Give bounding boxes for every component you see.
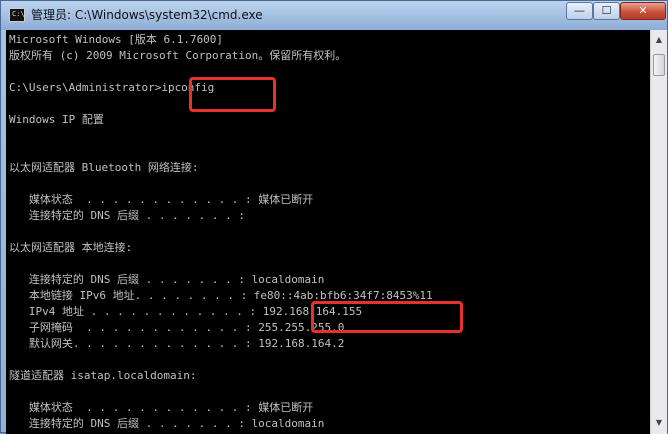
window-title: 管理员: C:\Windows\system32\cmd.exe: [31, 8, 263, 22]
ipconfig-highlight-box: [189, 77, 276, 112]
close-button[interactable]: ✕: [620, 2, 666, 20]
console-line: Microsoft Windows [版本 6.1.7600]: [9, 33, 224, 46]
console-line: 版权所有 (c) 2009 Microsoft Corporation。保留所有…: [9, 49, 347, 62]
cmd-icon-text: C:\: [12, 10, 25, 18]
scroll-up-arrow-icon[interactable]: ▲: [652, 32, 666, 48]
console-line: Windows IP 配置: [9, 113, 104, 126]
console-line: 默认网关. . . . . . . . . . . . . : 192.168.…: [9, 337, 345, 350]
console-line: 以太网适配器 本地连接:: [9, 241, 133, 254]
scroll-down-arrow-icon[interactable]: ▼: [652, 415, 666, 431]
console-line: 以太网适配器 Bluetooth 网络连接:: [9, 161, 199, 174]
console-line: 连接特定的 DNS 后缀 . . . . . . . : localdomain: [9, 273, 325, 286]
console-output[interactable]: Microsoft Windows [版本 6.1.7600] 版权所有 (c)…: [6, 30, 650, 434]
ipv4-highlight-box: [311, 301, 463, 333]
console-line: 连接特定的 DNS 后缀 . . . . . . . : localdomain: [9, 417, 325, 430]
console-line: 连接特定的 DNS 后缀 . . . . . . . :: [9, 209, 245, 222]
console-line: 媒体状态 . . . . . . . . . . . . : 媒体已断开: [9, 193, 314, 206]
vertical-scrollbar[interactable]: ▲ ▼: [650, 30, 667, 434]
cmd-app-icon[interactable]: C:\: [9, 8, 25, 22]
console-line: C:\Users\Administrator>ipconfig: [9, 81, 215, 94]
console-line: IPv4 地址 . . . . . . . . . . . . : 192.16…: [9, 305, 363, 318]
maximize-button[interactable]: ☐: [593, 2, 620, 20]
scrollbar-thumb[interactable]: [653, 54, 665, 76]
console-line: 子网掩码 . . . . . . . . . . . . : 255.255.2…: [9, 321, 345, 334]
cmd-window: C:\ 管理员: C:\Windows\system32\cmd.exe — ☐…: [0, 0, 668, 434]
minimize-button[interactable]: —: [566, 2, 593, 20]
title-bar[interactable]: C:\ 管理员: C:\Windows\system32\cmd.exe — ☐…: [1, 1, 667, 30]
console-line: 隧道适配器 isatap.localdomain:: [9, 369, 197, 382]
console-line: 媒体状态 . . . . . . . . . . . . : 媒体已断开: [9, 401, 314, 414]
